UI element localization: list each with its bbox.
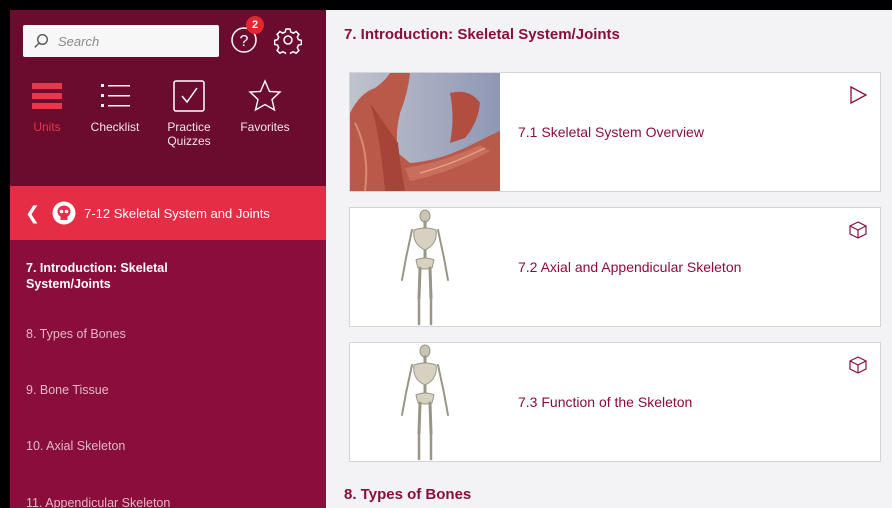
muscle-arm-thumbnail <box>350 73 500 191</box>
section-item-8[interactable]: 8. Types of Bones <box>26 327 126 341</box>
checklist-icon <box>101 84 130 107</box>
play-icon[interactable] <box>848 85 868 105</box>
search-icon <box>34 33 49 48</box>
section-item-7[interactable]: 7. Introduction: Skeletal System/Joints <box>26 260 246 292</box>
nav-practice-quizzes[interactable]: Practice Quizzes <box>154 78 224 148</box>
sidebar-top: Search ? 2 Units Checklist Practice Quiz… <box>10 10 326 186</box>
gear-icon[interactable] <box>274 26 302 54</box>
nav-checklist[interactable]: Checklist <box>82 78 148 134</box>
back-chevron-icon[interactable]: ❮ <box>25 203 40 224</box>
skeleton-thumbnail <box>350 208 500 326</box>
checkbox-icon <box>173 80 205 112</box>
app-frame: Search ? 2 Units Checklist Practice Quiz… <box>10 10 892 508</box>
section-title: 7. Introduction: Skeletal System/Joints <box>344 26 620 43</box>
nav-units[interactable]: Units <box>14 78 80 134</box>
lesson-title: 7.1 Skeletal System Overview <box>518 124 704 140</box>
lesson-card-7-2[interactable]: 7.2 Axial and Appendicular Skeleton <box>349 207 881 327</box>
lesson-title: 7.2 Axial and Appendicular Skeleton <box>518 259 742 275</box>
svg-text:?: ? <box>240 33 249 50</box>
skull-icon <box>52 201 76 225</box>
cube-icon[interactable] <box>848 355 868 375</box>
nav-units-label: Units <box>33 120 61 134</box>
main-content: 7. Introduction: Skeletal System/Joints <box>326 10 892 508</box>
nav-favorites-label: Favorites <box>240 120 290 134</box>
search-placeholder: Search <box>58 33 100 49</box>
help-badge: 2 <box>246 16 264 34</box>
unit-title: 7-12 Skeletal System and Joints <box>84 205 270 221</box>
nav-checklist-label: Checklist <box>90 120 140 134</box>
nav-practice-quizzes-label: Practice Quizzes <box>167 120 211 148</box>
lesson-card-7-1[interactable]: 7.1 Skeletal System Overview <box>349 72 881 192</box>
section-item-9[interactable]: 9. Bone Tissue <box>26 383 109 397</box>
star-icon <box>248 79 282 112</box>
nav-favorites[interactable]: Favorites <box>232 78 298 134</box>
lesson-title: 7.3 Function of the Skeleton <box>518 394 693 410</box>
search-input[interactable]: Search <box>23 25 219 57</box>
skeleton-thumbnail <box>350 343 500 461</box>
lesson-card-7-3[interactable]: 7.3 Function of the Skeleton <box>349 342 881 462</box>
section-item-10[interactable]: 10. Axial Skeleton <box>26 439 125 453</box>
next-section-title: 8. Types of Bones <box>344 486 472 503</box>
hamburger-icon <box>32 83 62 109</box>
unit-header[interactable]: ❮ 7-12 Skeletal System and Joints <box>10 186 326 240</box>
cube-icon[interactable] <box>848 220 868 240</box>
section-item-11[interactable]: 11. Appendicular Skeleton <box>26 496 170 508</box>
sidebar: Search ? 2 Units Checklist Practice Quiz… <box>10 10 326 508</box>
